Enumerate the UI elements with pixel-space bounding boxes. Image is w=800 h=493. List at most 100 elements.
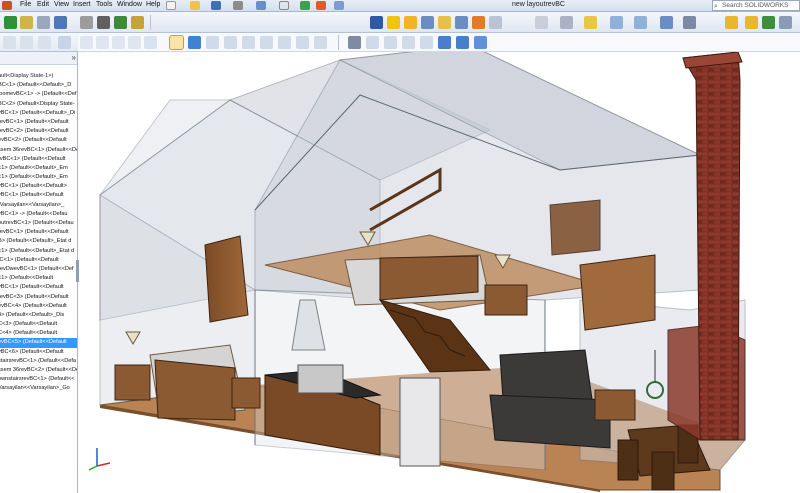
hide-show-icon[interactable] xyxy=(206,36,219,49)
tree-item[interactable]: vBC<1> -> (Default<<Defau xyxy=(0,210,77,219)
section-view-icon[interactable] xyxy=(128,36,141,49)
line-icon[interactable] xyxy=(745,16,758,29)
insert-components-icon[interactable] xyxy=(20,16,33,29)
undo-icon[interactable] xyxy=(256,1,266,10)
tree-item[interactable]: vBC<1> (Default<<Default xyxy=(0,283,77,292)
view-icon-h[interactable] xyxy=(489,16,502,29)
point-icon[interactable] xyxy=(762,16,775,29)
save-icon[interactable] xyxy=(211,1,221,10)
tree-item[interactable]: vBC<1> (Default<<Default xyxy=(0,191,77,200)
view-icon-a[interactable] xyxy=(370,16,383,29)
shadows-icon[interactable] xyxy=(296,36,309,49)
zoom-view-icon[interactable] xyxy=(38,36,51,49)
tree-item[interactable]: (Varsayilan<<Varsayilan>_ xyxy=(0,201,77,210)
view-icon-g[interactable] xyxy=(472,16,485,29)
pan-view-icon[interactable] xyxy=(20,36,33,49)
tree-item[interactable]: rvBC<1> (Default<<Default xyxy=(0,155,77,164)
mate-icon[interactable] xyxy=(37,16,50,29)
office-icon[interactable] xyxy=(610,16,623,29)
sketch-tools-icon[interactable] xyxy=(725,16,738,29)
tree-item[interactable]: <1> (Default<<Default>_Em xyxy=(0,173,77,182)
menu-edit[interactable]: Edit xyxy=(37,1,49,8)
print-icon[interactable] xyxy=(233,1,243,10)
previous-view-icon[interactable] xyxy=(112,36,125,49)
menu-view[interactable]: View xyxy=(54,1,69,8)
menu-help[interactable]: Help xyxy=(146,1,160,8)
layout-icon[interactable] xyxy=(660,16,673,29)
axis-icon[interactable] xyxy=(348,36,361,49)
reference-geometry-icon[interactable] xyxy=(131,16,144,29)
tree-item[interactable]: ssem 36revBC<2> (Default<<De xyxy=(0,366,77,375)
linear-pattern-icon[interactable] xyxy=(54,16,67,29)
new-icon[interactable] xyxy=(166,1,176,10)
view-orientation-icon[interactable] xyxy=(144,36,157,49)
assembly-icon[interactable] xyxy=(4,16,17,29)
menu-window[interactable]: Window xyxy=(117,1,142,8)
tree-item[interactable]: BC<2> (Default<Display State- xyxy=(0,100,77,109)
view-icon-f[interactable] xyxy=(455,16,468,29)
evaluate-icon[interactable] xyxy=(584,16,597,29)
open-icon[interactable] xyxy=(190,1,200,10)
view-icon-d[interactable] xyxy=(421,16,434,29)
realview-icon[interactable] xyxy=(278,36,291,49)
show-hidden-icon[interactable] xyxy=(97,16,110,29)
tree-item[interactable]: <1> (Default<<Default>_Etat d xyxy=(0,247,77,256)
view-settings-icon[interactable] xyxy=(260,36,273,49)
sketch-icon[interactable] xyxy=(535,16,548,29)
tree-item[interactable]: evBC<2> (Default<<Default xyxy=(0,136,77,145)
display-style-icon[interactable] xyxy=(169,35,184,50)
tree-item[interactable]: outrevBC<1> (Default<<Defau xyxy=(0,219,77,228)
file-properties-icon[interactable] xyxy=(316,1,326,10)
tree-item[interactable]: revDwevBC<1> (Default<<Def xyxy=(0,265,77,274)
tree-item-display-state[interactable]: ault<Display State-1>) xyxy=(0,72,77,81)
render-icon[interactable] xyxy=(634,16,647,29)
tree-item[interactable]: IC<1> (Default<<Default xyxy=(0,256,77,265)
tree-item[interactable]: vBC<1> (Default<<Default>_Di xyxy=(0,109,77,118)
tree-item[interactable]: vBC<6> (Default<<Default xyxy=(0,348,77,357)
ambient-occlusion-icon[interactable] xyxy=(314,36,327,49)
tree-item[interactable]: stairsrevBC<1> (Default<<Defa xyxy=(0,357,77,366)
view-icon-c[interactable] xyxy=(404,16,417,29)
tree-item[interactable]: C<3> (Default<<Default xyxy=(0,320,77,329)
view-right-icon[interactable] xyxy=(420,36,433,49)
tree-item[interactable]: <1> (Default<<Default xyxy=(0,274,77,283)
menu-file[interactable]: File xyxy=(20,1,31,8)
shaded-icon[interactable] xyxy=(188,36,201,49)
tree-item[interactable]: revBC<3> (Default<<Default xyxy=(0,293,77,302)
collapse-panel-icon[interactable]: » xyxy=(72,53,76,62)
tree-item[interactable]: evBC<5> (Default<<Default xyxy=(0,338,77,348)
select-icon[interactable] xyxy=(279,1,289,10)
rebuild-icon[interactable] xyxy=(300,1,310,10)
move-component-icon[interactable] xyxy=(80,16,93,29)
scene-icon[interactable] xyxy=(242,36,255,49)
tree-item[interactable]: <1> (Default<<Default>_Em xyxy=(0,164,77,173)
zoom-area-icon[interactable] xyxy=(96,36,109,49)
view-iso-icon[interactable] xyxy=(456,36,469,49)
assembly-features-icon[interactable] xyxy=(114,16,127,29)
tree-item[interactable]: B> (Default<<Default>_Etat d xyxy=(0,237,77,246)
options-icon[interactable] xyxy=(334,1,344,10)
menu-tools[interactable]: Tools xyxy=(96,1,112,8)
tree-item[interactable]: evBC<4> (Default<<Default xyxy=(0,302,77,311)
roll-view-icon[interactable] xyxy=(58,36,71,49)
tree-item[interactable]: C<4> (Default<<Default xyxy=(0,329,77,338)
smart-dimension-icon[interactable] xyxy=(560,16,573,29)
zoom-fit-icon[interactable] xyxy=(80,36,93,49)
tree-item[interactable]: 4> (Default<<Default>_Dis xyxy=(0,311,77,320)
graphics-area[interactable] xyxy=(79,52,800,493)
view-top-icon[interactable] xyxy=(438,36,451,49)
tree-item[interactable]: Varsayilan<<Varsayilan>_Go xyxy=(0,384,77,393)
view-back-icon[interactable] xyxy=(384,36,397,49)
tree-item[interactable]: ssem 36revBC<1> (Default<<De xyxy=(0,146,77,155)
view-front-icon[interactable] xyxy=(366,36,379,49)
motion-icon[interactable] xyxy=(683,16,696,29)
menu-insert[interactable]: Insert xyxy=(73,1,91,8)
tree-item[interactable]: vBC<1> (Default<<Default> xyxy=(0,182,77,191)
tree-item[interactable]: BC<1> (Default<<Default>_D xyxy=(0,81,77,90)
tree-item[interactable]: revBC<2> (Default<<Default xyxy=(0,127,77,136)
tree-item[interactable]: loomevBC<1> -> (Default<<Def xyxy=(0,90,77,99)
view-icon-b[interactable] xyxy=(387,16,400,29)
tree-item[interactable]: revBC<1> (Default<<Default xyxy=(0,228,77,237)
rotate-view-icon[interactable] xyxy=(3,36,16,49)
appearance-icon[interactable] xyxy=(224,36,237,49)
